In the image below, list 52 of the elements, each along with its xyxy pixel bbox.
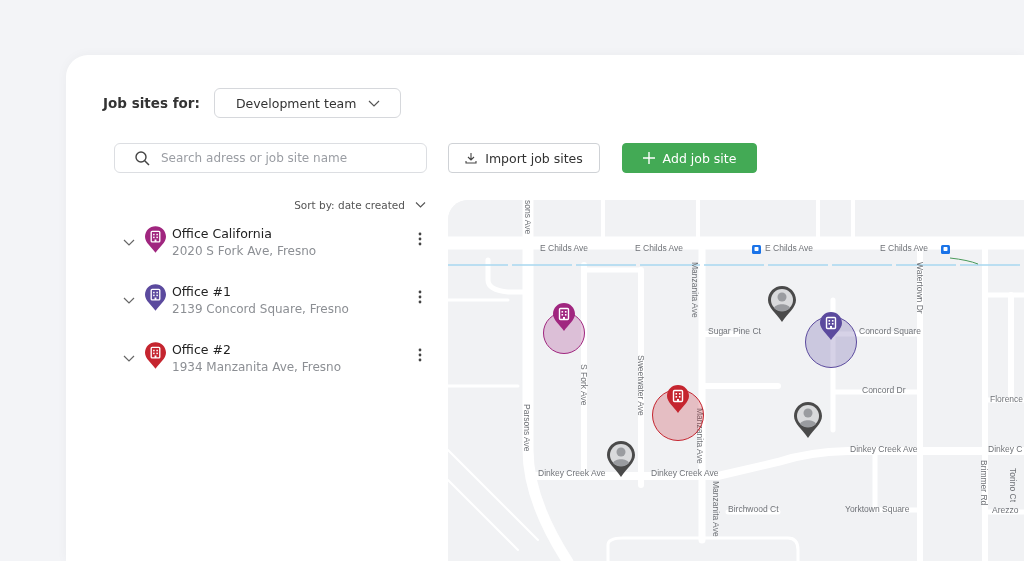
sort-dropdown[interactable]: Sort by: date created — [294, 197, 426, 213]
site-name: Office #1 — [172, 284, 232, 299]
street-label: S Fork Ave — [579, 364, 588, 406]
street-label: Watertown Dr — [915, 262, 924, 314]
chevron-down-icon — [368, 99, 381, 107]
search-field[interactable]: Search adress or job site name — [114, 143, 427, 173]
street-label: Florence — [990, 395, 1024, 404]
expand-chevron-icon[interactable] — [123, 355, 135, 362]
street-label: E Childs Ave — [635, 244, 684, 253]
street-label: Concord Dr — [862, 386, 906, 395]
site-address: 2139 Concord Square, Fresno — [172, 302, 350, 316]
street-label: Manzanita Ave — [690, 262, 699, 318]
street-label: sons Ave — [523, 200, 532, 235]
street-label: Dinkey Creek Ave — [538, 469, 606, 478]
street-label: Manzanita Ave — [695, 408, 704, 464]
expand-chevron-icon[interactable] — [123, 239, 135, 246]
street-label: Concord Square — [859, 327, 921, 336]
street-label: Arezzo — [992, 506, 1019, 515]
more-options-icon[interactable] — [418, 232, 422, 246]
person-pin-icon[interactable] — [607, 441, 635, 477]
street-label: Dinkey C — [988, 445, 1023, 454]
chevron-down-icon — [415, 202, 426, 208]
street-label: Manzanita Ave — [711, 481, 720, 537]
street-label: Sweetwater Ave — [636, 355, 645, 416]
street-label: Dinkey Creek Ave — [850, 445, 918, 454]
more-options-icon[interactable] — [418, 348, 422, 362]
bus-stop-icon — [752, 245, 761, 254]
job-sites-label: Job sites for: — [103, 95, 200, 111]
import-button[interactable]: Import job sites — [448, 143, 600, 173]
site-address: 1934 Manzanita Ave, Fresno — [172, 360, 343, 374]
person-pin-icon[interactable] — [794, 402, 822, 438]
team-dropdown[interactable]: Development team — [213, 88, 402, 118]
street-label: Brimmer Rd — [979, 460, 988, 506]
person-pin-icon[interactable] — [768, 286, 796, 322]
street-label: Birchwood Ct — [728, 505, 779, 514]
plus-icon — [642, 152, 655, 164]
more-options-icon[interactable] — [418, 290, 422, 304]
search-icon — [135, 151, 150, 166]
street-label: Parsons Ave — [522, 404, 531, 452]
download-icon — [465, 152, 478, 164]
site-name: Office #2 — [172, 342, 232, 357]
site-name: Office California — [172, 226, 273, 241]
street-label: Dinkey Creek Ave — [651, 469, 719, 478]
site-address: 2020 S Fork Ave, Fresno — [172, 244, 318, 258]
bus-stop-icon — [941, 245, 950, 254]
street-label: Torino Ct — [1008, 468, 1017, 502]
street-label: Sugar Pine Ct — [708, 327, 761, 336]
expand-chevron-icon[interactable] — [123, 297, 135, 304]
street-label: E Childs Ave — [765, 244, 814, 253]
street-label: E Childs Ave — [880, 244, 929, 253]
street-label: Yorktown Square — [845, 505, 910, 514]
street-label: E Childs Ave — [540, 244, 589, 253]
